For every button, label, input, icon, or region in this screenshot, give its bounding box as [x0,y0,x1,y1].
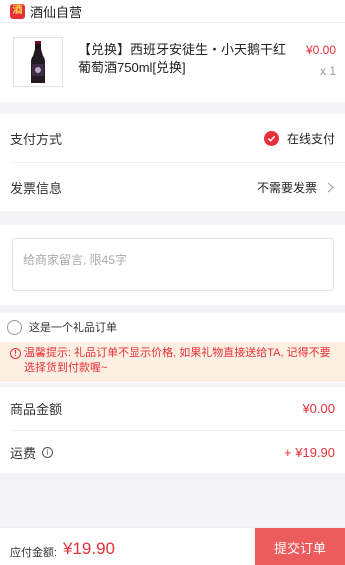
invoice-label: 发票信息 [10,180,63,196]
shipping-value: + ¥19.90 [284,445,335,460]
goods-amount-row: 商品金额 ¥0.00 [0,387,345,430]
pay-amount-label: 应付金额: [10,547,58,559]
gift-order-label: 这是一个礼品订单 [29,322,117,334]
product-title: 【兑换】西班牙安徒生・小天鹅干红葡萄酒750ml[兑换] [78,42,287,75]
store-name: 酒仙自营 [30,4,83,20]
payment-method-row[interactable]: 支付方式 在线支付 [0,114,345,162]
message-card [0,225,345,305]
wine-bottle-icon [31,41,45,83]
gift-tip-banner: ! 温馨提示: 礼品订单不显示价格, 如果礼物直接送给TA, 记得不要选择货到付… [0,342,345,382]
gift-tip-text: 温馨提示: 礼品订单不显示价格, 如果礼物直接送给TA, 记得不要选择货到付款喔… [24,347,331,374]
pay-amount-value: ¥19.90 [63,539,115,558]
invoice-value: 不需要发票 [256,180,317,195]
checkout-bar: 应付金额: ¥19.90 提交订单 [0,527,345,565]
product-item[interactable]: 【兑换】西班牙安徒生・小天鹅干红葡萄酒750ml[兑换] ¥0.00 x 1 [0,22,345,102]
message-input[interactable] [12,238,334,291]
goods-amount-value: ¥0.00 [302,401,335,416]
store-logo: 酒 [10,3,25,19]
product-image [13,37,63,87]
store-header: 酒 酒仙自营 [0,0,345,22]
product-price: ¥0.00 [305,43,336,57]
payment-method-value: 在线支付 [286,131,335,146]
alert-icon: ! [10,348,21,359]
order-options-card: 支付方式 在线支付 发票信息 不需要发票 [0,114,345,211]
gift-card: 这是一个礼品订单 ! 温馨提示: 礼品订单不显示价格, 如果礼物直接送给TA, … [0,313,345,383]
chevron-right-icon [323,182,334,192]
product-quantity: x 1 [319,64,336,78]
gift-order-toggle[interactable]: 这是一个礼品订单 [7,319,117,335]
gift-radio[interactable] [7,319,22,335]
goods-amount-label: 商品金额 [10,402,63,417]
check-circle-icon[interactable] [263,130,279,146]
info-icon[interactable]: i [42,447,54,458]
payment-method-label: 支付方式 [10,131,63,147]
submit-order-button[interactable]: 提交订单 [255,528,345,565]
shipping-label: 运费 [10,446,37,461]
amount-card: 商品金额 ¥0.00 运费 i + ¥19.90 [0,387,345,473]
shipping-row: 运费 i + ¥19.90 [0,431,345,474]
invoice-row[interactable]: 发票信息 不需要发票 [0,163,345,211]
